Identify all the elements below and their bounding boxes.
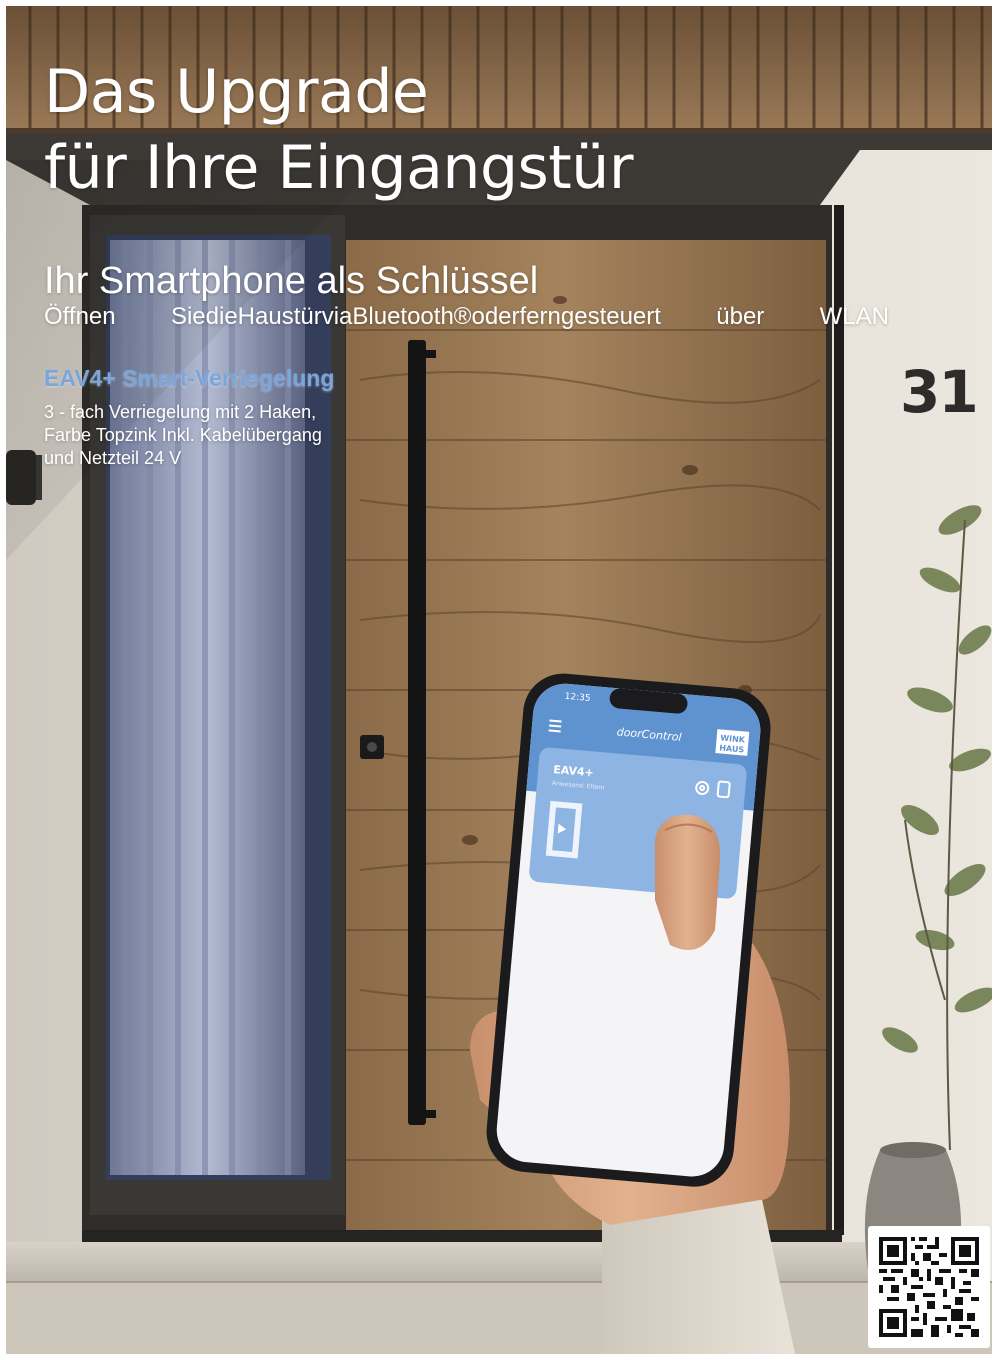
door-handle [408, 340, 426, 1125]
tagline-word: über [716, 303, 765, 330]
product-description: 3 - fach Verriegelung mit 2 Haken, Farbe… [44, 401, 384, 470]
tagline-word: SiedieHaustürviaBluetooth®oderferngesteu… [170, 303, 661, 330]
product-desc-line: 3 - fach Verriegelung mit 2 Haken, [44, 402, 317, 422]
house-number: 31 [900, 358, 977, 426]
smartphone: 12:35 doorControl WINK HAUS EAV4+ Anwese… [486, 673, 771, 1187]
tagline-word: WLAN [819, 303, 889, 330]
door-icon [545, 800, 583, 859]
step-lower [6, 1282, 992, 1354]
headline-line1: Das Upgrade [44, 57, 429, 127]
poster: 31 12:35 doorControl WINK HAUS EAV4+ Anw… [0, 0, 998, 1360]
product-desc-line: und Netzteil 24 V [44, 448, 182, 468]
qr-code[interactable] [868, 1226, 990, 1348]
tagline: Öffnen SiedieHaustürviaBluetooth®oderfer… [44, 302, 889, 332]
headline-line2: für Ihre Eingangstür [44, 133, 634, 203]
tagline-word: Öffnen [44, 303, 116, 330]
product-desc-line: Farbe Topzink Inkl. Kabelübergang [44, 425, 322, 445]
subheadline: Ihr Smartphone als Schlüssel [44, 260, 539, 302]
headline: Das Upgrade für Ihre Eingangstür [44, 54, 634, 206]
qr-code-icon [879, 1237, 979, 1337]
product-name: EAV4+ Smart-Verriegelung [44, 365, 335, 391]
